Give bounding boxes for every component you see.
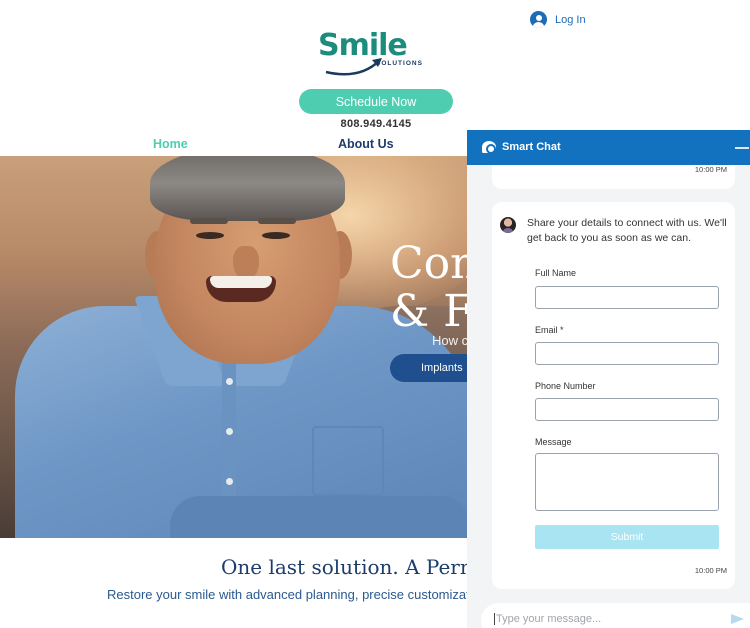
full-name-label: Full Name	[535, 268, 577, 278]
hero-person-brow-right	[258, 218, 296, 224]
user-circle-icon	[530, 11, 547, 28]
full-name-input[interactable]	[535, 286, 719, 309]
hero-person-hair	[150, 156, 345, 221]
send-icon[interactable]	[731, 614, 744, 624]
chat-message-text: Share your details to connect with us. W…	[527, 217, 727, 244]
hero-person-nose	[233, 246, 259, 280]
shirt-button	[226, 428, 233, 435]
shirt-button	[226, 378, 233, 385]
implants-button[interactable]: Implants	[390, 354, 470, 382]
minimize-icon[interactable]	[735, 147, 749, 149]
contact-form-bubble: Share your details to connect with us. W…	[492, 202, 735, 589]
hero-person-eye-right	[262, 232, 290, 239]
message-textarea[interactable]	[535, 453, 719, 511]
nav-item-home[interactable]: Home	[153, 137, 188, 151]
agent-avatar	[500, 217, 516, 233]
nav-item-about-us[interactable]: About Us	[338, 137, 394, 151]
site-logo[interactable]: Smile SOLUTIONS	[310, 8, 440, 80]
phone-number[interactable]: 808.949.4145	[300, 118, 452, 130]
hero-person-eye-left	[196, 232, 224, 239]
hero-title-line-2: & F	[390, 286, 470, 337]
smart-chat-panel: 10:00 PM Share your details to connect w…	[467, 130, 750, 628]
hero-title: Con & F	[390, 240, 470, 336]
hero-banner: Con & F How c Implants	[0, 156, 470, 538]
section-heading: One last solution. A Perman	[221, 555, 504, 579]
submit-button[interactable]: Submit	[535, 525, 719, 549]
chat-input-bar[interactable]: Type your message...	[481, 603, 750, 628]
hero-subtitle: How c	[432, 333, 469, 348]
email-input[interactable]	[535, 342, 719, 365]
message-timestamp: 10:00 PM	[694, 566, 727, 575]
schedule-now-button[interactable]: Schedule Now	[299, 89, 453, 114]
hero-person-brow-left	[190, 218, 228, 224]
logo-subtitle: SOLUTIONS	[376, 60, 423, 67]
login-link[interactable]: Log In	[530, 11, 586, 28]
email-label: Email *	[535, 325, 564, 335]
hero-person-smile	[206, 276, 276, 302]
message-timestamp: 10:00 PM	[694, 165, 727, 174]
chat-header: Smart Chat	[467, 130, 750, 165]
message-label: Message	[535, 437, 572, 447]
chat-message-input[interactable]: Type your message...	[494, 613, 601, 625]
login-label: Log In	[555, 13, 586, 26]
phone-number-input[interactable]	[535, 398, 719, 421]
hero-title-line-1: Con	[390, 238, 470, 289]
hero-person-pocket	[312, 426, 384, 496]
hero-person-teeth	[210, 276, 272, 288]
chat-bubble-icon	[482, 141, 496, 154]
chat-title: Smart Chat	[502, 141, 561, 153]
shirt-button	[226, 478, 233, 485]
hero-person-arms	[170, 496, 470, 538]
section-subheading: Restore your smile with advanced plannin…	[107, 587, 480, 602]
phone-number-label: Phone Number	[535, 381, 596, 391]
